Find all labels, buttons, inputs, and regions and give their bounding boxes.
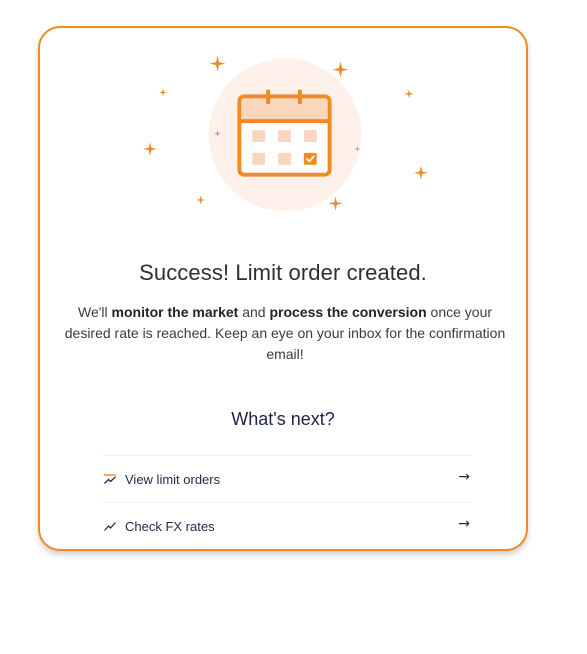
next-actions-list: View limit orders → Check FX rates → [102, 455, 472, 549]
limit-chart-icon [103, 472, 119, 486]
check-fx-rates-link[interactable]: Check FX rates → [102, 502, 472, 549]
message-bold-conversion: process the conversion [269, 304, 427, 320]
success-message: We'll monitor the market and process the… [62, 302, 508, 365]
calendar-check-icon [237, 89, 332, 177]
view-limit-orders-link[interactable]: View limit orders → [102, 455, 472, 502]
whats-next-heading: What's next? [231, 409, 335, 429]
success-title: Success! Limit order created. [139, 260, 427, 285]
message-text-2: and [238, 304, 270, 320]
arrow-right-icon: → [458, 516, 470, 532]
view-limit-orders-label: View limit orders [125, 471, 221, 487]
success-card: Success! Limit order created. We'll moni… [38, 26, 528, 551]
arrow-right-icon: → [458, 469, 470, 485]
message-bold-monitor: monitor the market [111, 304, 239, 320]
message-text-1: We'll [77, 304, 112, 320]
trend-line-icon [103, 519, 119, 533]
check-fx-rates-label: Check FX rates [125, 518, 215, 534]
illustration [143, 55, 428, 212]
